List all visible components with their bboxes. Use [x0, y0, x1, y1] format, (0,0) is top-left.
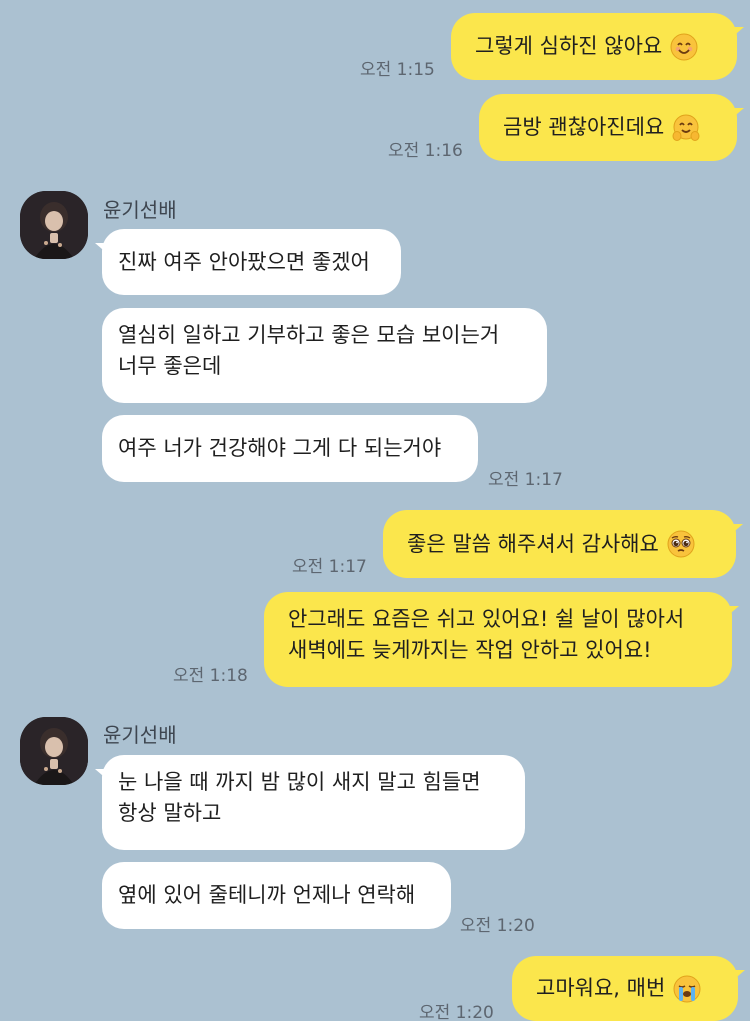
message-time: 오전 1:20: [460, 916, 535, 936]
message-bubble-sent[interactable]: 금방 괜찮아진데요: [479, 94, 737, 161]
pleading-face-icon: [667, 530, 695, 558]
message-time: 오전 1:16: [388, 141, 463, 161]
message-text: 고마워요, 매번: [536, 976, 666, 1000]
smiling-face-icon: [670, 33, 698, 61]
contact-avatar[interactable]: [20, 717, 88, 785]
message-time: 오전 1:18: [173, 666, 248, 686]
message-bubble-received[interactable]: 옆에 있어 줄테니까 언제나 연락해: [102, 862, 451, 929]
hugging-face-icon: [672, 114, 700, 142]
message-text-line: 안그래도 요즘은 쉬고 있어요! 쉴 날이 많아서: [288, 607, 685, 631]
message-bubble-received[interactable]: 눈 나을 때 까지 밤 많이 새지 말고 힘들면 항상 말하고: [102, 755, 525, 850]
message-bubble-sent[interactable]: 고마워요, 매번: [512, 956, 738, 1021]
message-time: 오전 1:15: [360, 60, 435, 80]
message-text: 그렇게 심하진 않아요: [475, 34, 663, 58]
message-text-line: 새벽에도 늦게까지는 작업 안하고 있어요!: [288, 638, 652, 662]
message-time: 오전 1:20: [419, 1003, 494, 1021]
message-bubble-received[interactable]: 여주 너가 건강해야 그게 다 되는거야: [102, 415, 478, 482]
message-text-line: 눈 나을 때 까지 밤 많이 새지 말고 힘들면: [118, 770, 481, 794]
message-text: 여주 너가 건강해야 그게 다 되는거야: [118, 436, 442, 460]
message-bubble-sent[interactable]: 그렇게 심하진 않아요: [451, 13, 737, 80]
message-time: 오전 1:17: [488, 470, 563, 490]
message-text: 좋은 말씀 해주셔서 감사해요: [407, 531, 659, 556]
message-bubble-sent[interactable]: 안그래도 요즘은 쉬고 있어요! 쉴 날이 많아서 새벽에도 늦게까지는 작업 …: [264, 592, 732, 687]
message-text-line: 너무 좋은데: [118, 354, 222, 378]
message-time: 오전 1:17: [292, 557, 367, 577]
message-text: 옆에 있어 줄테니까 언제나 연락해: [118, 883, 416, 907]
message-text-line: 열심히 일하고 기부하고 좋은 모습 보이는거: [118, 323, 500, 347]
contact-name: 윤기선배: [103, 198, 177, 222]
contact-name: 윤기선배: [103, 723, 177, 747]
message-text: 금방 괜찮아진데요: [503, 115, 665, 139]
message-bubble-received[interactable]: 열심히 일하고 기부하고 좋은 모습 보이는거 너무 좋은데: [102, 308, 547, 403]
message-text: 진짜 여주 안아팠으면 좋겠어: [118, 249, 370, 274]
contact-avatar[interactable]: [20, 191, 88, 259]
crying-face-icon: [673, 975, 701, 1003]
message-bubble-received[interactable]: 진짜 여주 안아팠으면 좋겠어: [102, 229, 401, 295]
message-text-line: 항상 말하고: [118, 801, 222, 825]
message-bubble-sent[interactable]: 좋은 말씀 해주셔서 감사해요: [383, 510, 736, 578]
